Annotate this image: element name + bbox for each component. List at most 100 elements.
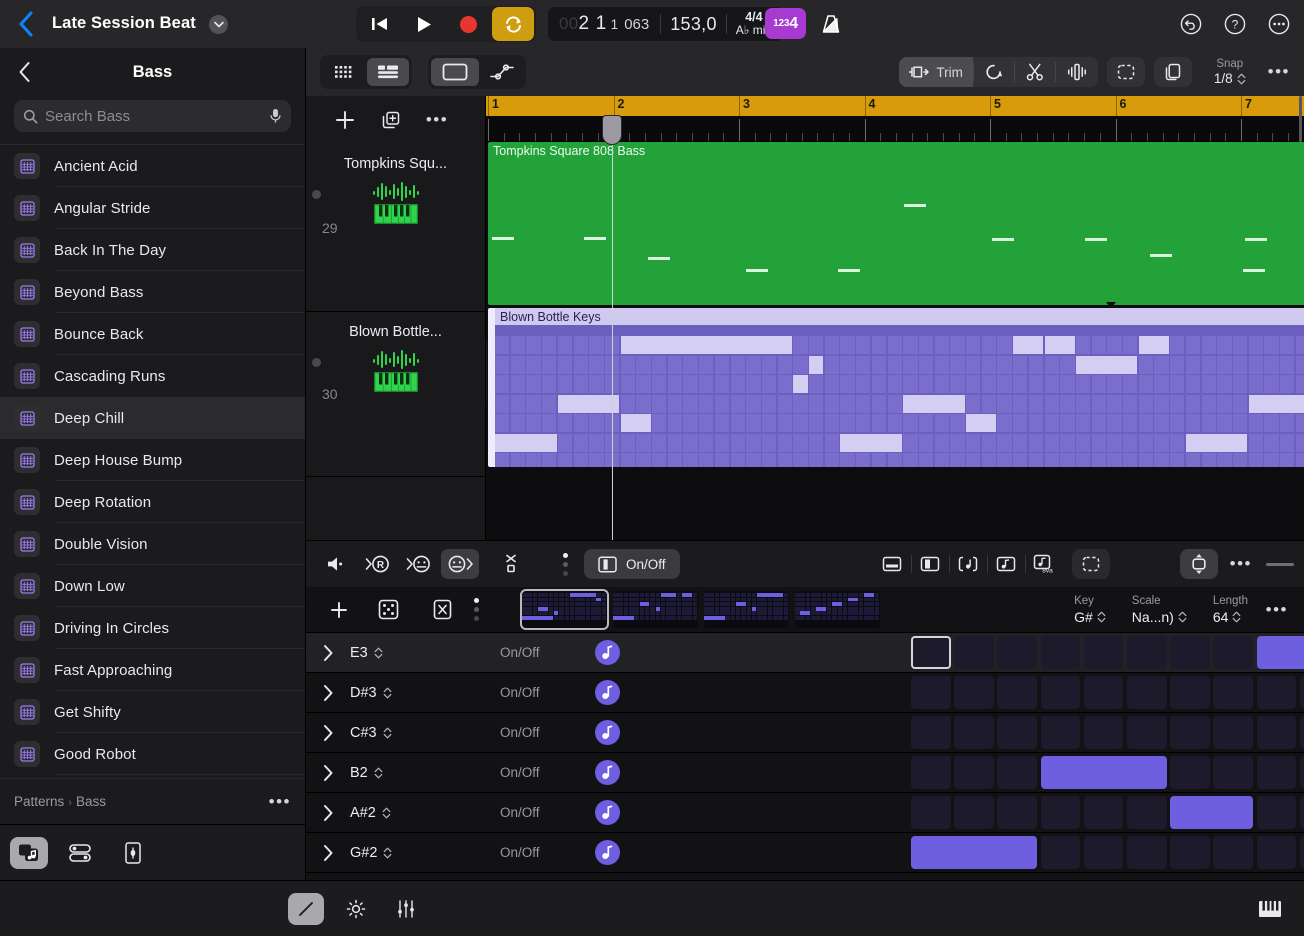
sidebar-item-fast-approaching[interactable]: Fast Approaching — [0, 649, 305, 691]
track-header[interactable]: 30 Blown Bottle... — [306, 312, 485, 477]
record-button[interactable] — [446, 7, 490, 41]
step-cell[interactable] — [1127, 636, 1167, 669]
speaker-button[interactable] — [318, 549, 356, 579]
record-into-pattern-button[interactable]: R — [359, 549, 397, 579]
pattern-note[interactable] — [840, 433, 902, 452]
add-track-button[interactable] — [322, 100, 368, 140]
step-cell-active[interactable] — [1256, 636, 1304, 669]
gate-button[interactable] — [910, 549, 949, 579]
sidebar-item-down-low[interactable]: Down Low — [0, 565, 305, 607]
step-cell[interactable] — [997, 636, 1038, 669]
step-cell-active[interactable] — [911, 836, 1038, 869]
step-cell[interactable] — [1083, 796, 1124, 829]
duplicate-track-button[interactable] — [368, 100, 414, 140]
step-cell[interactable] — [954, 796, 994, 829]
step-cell[interactable] — [1127, 716, 1167, 749]
sequencer-row[interactable]: A#2 On/Off — [306, 793, 1304, 833]
stepper-icon[interactable] — [383, 847, 392, 859]
pattern-variation-thumb[interactable] — [613, 591, 698, 628]
velocity-button[interactable] — [873, 549, 911, 579]
step-cell-active[interactable] — [1170, 796, 1254, 829]
step-cell[interactable] — [1256, 836, 1297, 869]
step-cell[interactable] — [1299, 676, 1304, 709]
region-resize-handle[interactable] — [486, 340, 487, 402]
tab-loops-library[interactable] — [10, 836, 48, 869]
pattern-note[interactable] — [1013, 336, 1044, 355]
pattern-in-button[interactable] — [400, 549, 438, 579]
pattern-note[interactable] — [1044, 336, 1075, 355]
track-enable-dot[interactable] — [312, 190, 321, 199]
step-cell[interactable] — [954, 636, 994, 669]
pattern-variation-thumb[interactable] — [795, 591, 880, 628]
playhead-handle[interactable] — [603, 116, 621, 144]
sidebar-item-angular-stride[interactable]: Angular Stride — [0, 187, 305, 229]
sequencer-row[interactable]: D#3 On/Off — [306, 673, 1304, 713]
row-mode-label[interactable]: On/Off — [500, 685, 595, 700]
step-cell[interactable] — [1256, 756, 1297, 789]
sequencer-marquee-button[interactable] — [1071, 549, 1110, 579]
swap-button[interactable] — [492, 549, 530, 579]
stepper-icon[interactable] — [382, 807, 391, 819]
play-button[interactable] — [402, 7, 446, 41]
step-cell[interactable] — [1256, 676, 1297, 709]
row-note-button[interactable] — [595, 840, 620, 865]
step-cell[interactable] — [1170, 636, 1210, 669]
sidebar-item-good-robot[interactable]: Good Robot — [0, 733, 305, 775]
pattern-variation-thumb[interactable] — [520, 589, 609, 630]
row-expand-button[interactable] — [306, 684, 350, 702]
step-cell[interactable] — [1213, 636, 1254, 669]
clear-pattern-button[interactable] — [416, 599, 468, 620]
track-enable-dot[interactable] — [312, 358, 321, 367]
help-button[interactable]: ? — [1224, 13, 1246, 35]
keyboard-button[interactable] — [1254, 893, 1286, 925]
step-cell[interactable] — [1127, 796, 1167, 829]
cycle-button[interactable] — [492, 7, 534, 41]
patterns-list[interactable]: Ancient Acid Angular Stride Back In The Da… — [0, 144, 305, 778]
step-cell[interactable] — [1299, 836, 1304, 869]
step-cell[interactable] — [1083, 716, 1124, 749]
row-note-button[interactable] — [595, 680, 620, 705]
row-expand-button[interactable] — [306, 764, 350, 782]
metronome-button[interactable] — [815, 8, 846, 39]
row-note-button[interactable] — [595, 720, 620, 745]
position-display[interactable]: 00 2 1 1 063 — [559, 13, 651, 35]
timeline-canvas[interactable]: 1 2 3 4 5 6 7 Tompkins Square 808 Bass Blown Bo… — [486, 96, 1304, 540]
sidebar-item-back-in-the-day[interactable]: Back In The Day — [0, 229, 305, 271]
region-lanes[interactable]: Tompkins Square 808 Bass Blown Bottle Key… — [486, 142, 1304, 540]
step-rate-button[interactable] — [1179, 549, 1218, 579]
search-input[interactable] — [45, 107, 262, 125]
step-cell[interactable] — [1299, 796, 1304, 829]
randomize-button[interactable] — [360, 599, 416, 620]
step-cell[interactable] — [954, 756, 994, 789]
sequencer-rows[interactable]: E3 On/Off D#3 On/Off C#3 On/Off B2 On/Off A#2 On/… — [306, 633, 1304, 880]
trim-button[interactable]: Trim — [899, 57, 973, 87]
pattern-note[interactable] — [793, 375, 808, 394]
stepper-icon[interactable] — [374, 767, 383, 779]
marquee-select-button[interactable] — [1106, 57, 1145, 87]
step-cell[interactable] — [1083, 836, 1124, 869]
step-cell[interactable] — [1040, 676, 1081, 709]
row-expand-button[interactable] — [306, 844, 350, 862]
sidebar-item-ancient-acid[interactable]: Ancient Acid — [0, 145, 305, 187]
scale-control[interactable]: Scale Na...n) — [1132, 595, 1187, 626]
timeline-ruler[interactable]: 1 2 3 4 5 6 7 — [486, 96, 1304, 116]
brightness-tool-button[interactable] — [338, 893, 374, 925]
step-cell[interactable] — [1213, 756, 1254, 789]
step-cell[interactable] — [1083, 636, 1124, 669]
faders-tool-button[interactable] — [388, 893, 424, 925]
scissors-button[interactable] — [1015, 57, 1055, 87]
playhead[interactable] — [612, 116, 613, 540]
sidebar-item-double-vision[interactable]: Double Vision — [0, 523, 305, 565]
automation-mode-button[interactable] — [481, 58, 523, 86]
row-mode-label[interactable]: On/Off — [500, 645, 595, 660]
pattern-note[interactable] — [809, 355, 824, 374]
step-cell[interactable] — [1040, 716, 1081, 749]
step-cell[interactable] — [911, 756, 951, 789]
row-note-name-wrap[interactable]: G#2 — [350, 845, 500, 861]
resize-handle[interactable] — [1266, 562, 1294, 566]
track-more-button[interactable]: ••• — [414, 100, 460, 140]
row-note-name-wrap[interactable]: C#3 — [350, 725, 500, 741]
step-cell[interactable] — [1170, 676, 1210, 709]
step-cell[interactable] — [1170, 836, 1210, 869]
step-cell[interactable] — [1127, 836, 1167, 869]
